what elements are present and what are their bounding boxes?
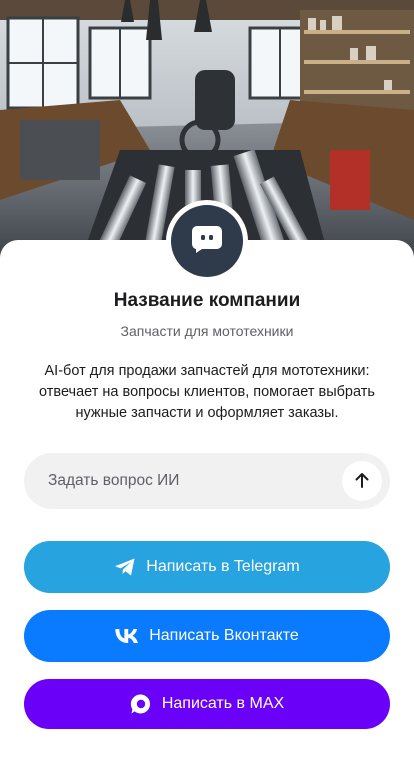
vk-icon (115, 629, 139, 643)
send-button[interactable] (342, 461, 382, 501)
company-name: Название компании (113, 290, 301, 311)
vk-button[interactable]: Написать Вконтакте (24, 610, 390, 662)
telegram-button-label: Написать в Telegram (146, 558, 300, 575)
arrow-up-icon (353, 471, 371, 492)
ask-ai-input[interactable] (24, 453, 342, 509)
company-description: AI-бот для продажи запчастей для мототех… (39, 363, 375, 421)
vk-button-label: Написать Вконтакте (149, 627, 299, 644)
avatar (166, 200, 248, 282)
max-button[interactable]: Написать в MAX (24, 679, 390, 729)
telegram-button[interactable]: Написать в Telegram (24, 541, 390, 593)
max-button-label: Написать в MAX (161, 695, 285, 712)
company-tagline: Запчасти для мототехники (120, 323, 294, 339)
chat-bot-icon (190, 222, 224, 261)
ask-ai-bar (24, 453, 390, 509)
max-icon (130, 693, 152, 715)
telegram-icon (114, 557, 136, 577)
